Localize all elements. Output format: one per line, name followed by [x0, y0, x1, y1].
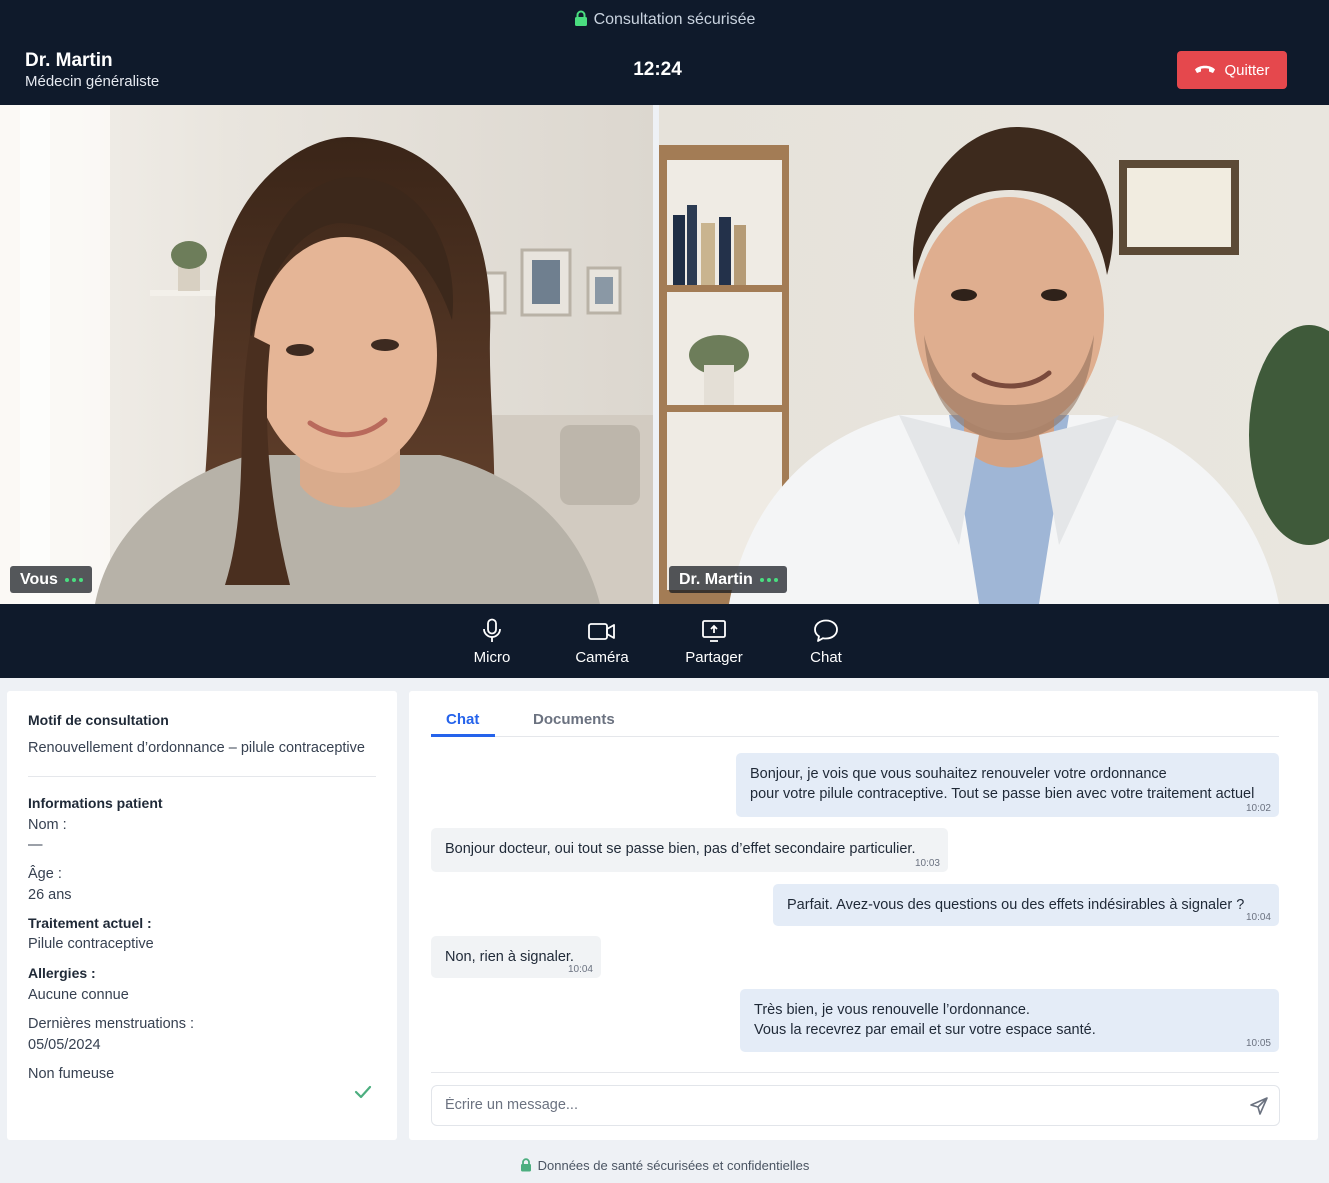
remote-video: Dr. Martin: [659, 105, 1329, 604]
tab-divider: [431, 736, 1279, 737]
call-controls: Micro Caméra Partager Chat: [0, 604, 1329, 678]
camera-button[interactable]: Caméra: [557, 618, 647, 666]
hang-up-icon: [1194, 62, 1216, 79]
self-label: Vous: [20, 570, 58, 588]
message-line: pour votre pilule contraceptive. Tout se…: [750, 786, 1255, 802]
chat-message: Non, rien à signaler. 10:04: [431, 936, 601, 978]
tab-documents[interactable]: Documents: [533, 711, 615, 728]
age-label: Âge :: [28, 866, 62, 882]
period-label: Dernières menstruations :: [28, 1016, 195, 1032]
chat-label: Chat: [810, 649, 842, 666]
message-time: 10:04: [1245, 912, 1271, 923]
checkmark-icon: [354, 1085, 372, 1099]
quit-call-button[interactable]: Quitter: [1177, 51, 1287, 89]
share-button[interactable]: Partager: [669, 618, 759, 666]
message-line: Parfait. Avez-vous des questions ou des …: [787, 897, 1245, 913]
micro-button[interactable]: Micro: [447, 618, 537, 666]
camera-label: Caméra: [575, 649, 629, 666]
chat-message: Très bien, je vous renouvelle l’ordonnan…: [740, 989, 1279, 1052]
message-line: Vous la recevrez par email et sur votre …: [754, 1022, 1096, 1038]
input-divider: [431, 1072, 1279, 1073]
active-tab-indicator: [431, 734, 495, 737]
lock-icon: [574, 10, 588, 32]
microphone-icon: [483, 618, 501, 642]
audio-activity-icon: [64, 577, 83, 582]
name-value: —: [28, 837, 43, 853]
period-value: 05/05/2024: [28, 1037, 101, 1053]
secure-label: Consultation sécurisée: [593, 11, 756, 28]
message-input[interactable]: [445, 1097, 1225, 1113]
remote-name-tag: Dr. Martin: [669, 566, 787, 593]
doctor-video-feed: [659, 105, 1329, 604]
chat-panel: Chat Documents Bonjour, je vois que vous…: [409, 691, 1318, 1140]
message-time: 10:04: [567, 964, 593, 975]
message-line: Très bien, je vous renouvelle l’ordonnan…: [754, 1002, 1030, 1018]
name-label: Nom :: [28, 817, 67, 833]
message-time: 10:05: [1245, 1038, 1271, 1049]
patient-info-title: Informations patient: [28, 795, 163, 811]
patient-video-feed: [0, 105, 653, 604]
reason-title: Motif de consultation: [28, 712, 169, 728]
message-time: 10:03: [914, 858, 940, 869]
self-video: Vous: [0, 105, 653, 604]
footer-text: Données de santé sécurisées et confident…: [537, 1158, 810, 1173]
tab-chat[interactable]: Chat: [446, 711, 479, 728]
self-name-tag: Vous: [10, 566, 92, 593]
share-screen-icon: [702, 620, 726, 642]
share-label: Partager: [685, 649, 743, 666]
treatment-label: Traitement actuel :: [28, 915, 152, 931]
send-icon[interactable]: [1249, 1096, 1269, 1116]
top-bar: Consultation sécurisée Dr. Martin Médeci…: [0, 0, 1329, 105]
chat-message: Parfait. Avez-vous des questions ou des …: [773, 884, 1279, 926]
footer: Données de santé sécurisées et confident…: [0, 1158, 1329, 1175]
chat-message: Bonjour, je vois que vous souhaitez reno…: [736, 753, 1279, 817]
camera-icon: [588, 623, 615, 640]
chat-message: Bonjour docteur, oui tout se passe bien,…: [431, 828, 948, 872]
divider: [28, 776, 376, 777]
remote-label: Dr. Martin: [679, 570, 753, 588]
allergies-value: Aucune connue: [28, 987, 129, 1003]
treatment-value: Pilule contraceptive: [28, 936, 154, 952]
audio-activity-icon: [759, 577, 778, 582]
chat-button[interactable]: Chat: [781, 618, 871, 666]
message-line: Non, rien à signaler.: [445, 949, 574, 965]
patient-info-panel: Motif de consultation Renouvellement d’o…: [7, 691, 397, 1140]
message-composer: [431, 1085, 1280, 1126]
reason-value: Renouvellement d’ordonnance – pilule con…: [28, 740, 365, 756]
chat-bubble-icon: [814, 619, 838, 642]
smoker-status: Non fumeuse: [28, 1066, 115, 1082]
allergies-label: Allergies :: [28, 965, 96, 981]
micro-label: Micro: [473, 649, 511, 666]
message-line: Bonjour docteur, oui tout se passe bien,…: [445, 841, 916, 857]
quit-label: Quitter: [1224, 61, 1270, 79]
call-timer: 12:24: [633, 59, 682, 80]
lock-icon: [520, 1158, 532, 1175]
message-line: Bonjour, je vois que vous souhaitez reno…: [750, 766, 1167, 782]
message-time: 10:02: [1245, 803, 1271, 814]
age-value: 26 ans: [28, 887, 72, 903]
secure-indicator: Consultation sécurisée: [0, 10, 1329, 32]
